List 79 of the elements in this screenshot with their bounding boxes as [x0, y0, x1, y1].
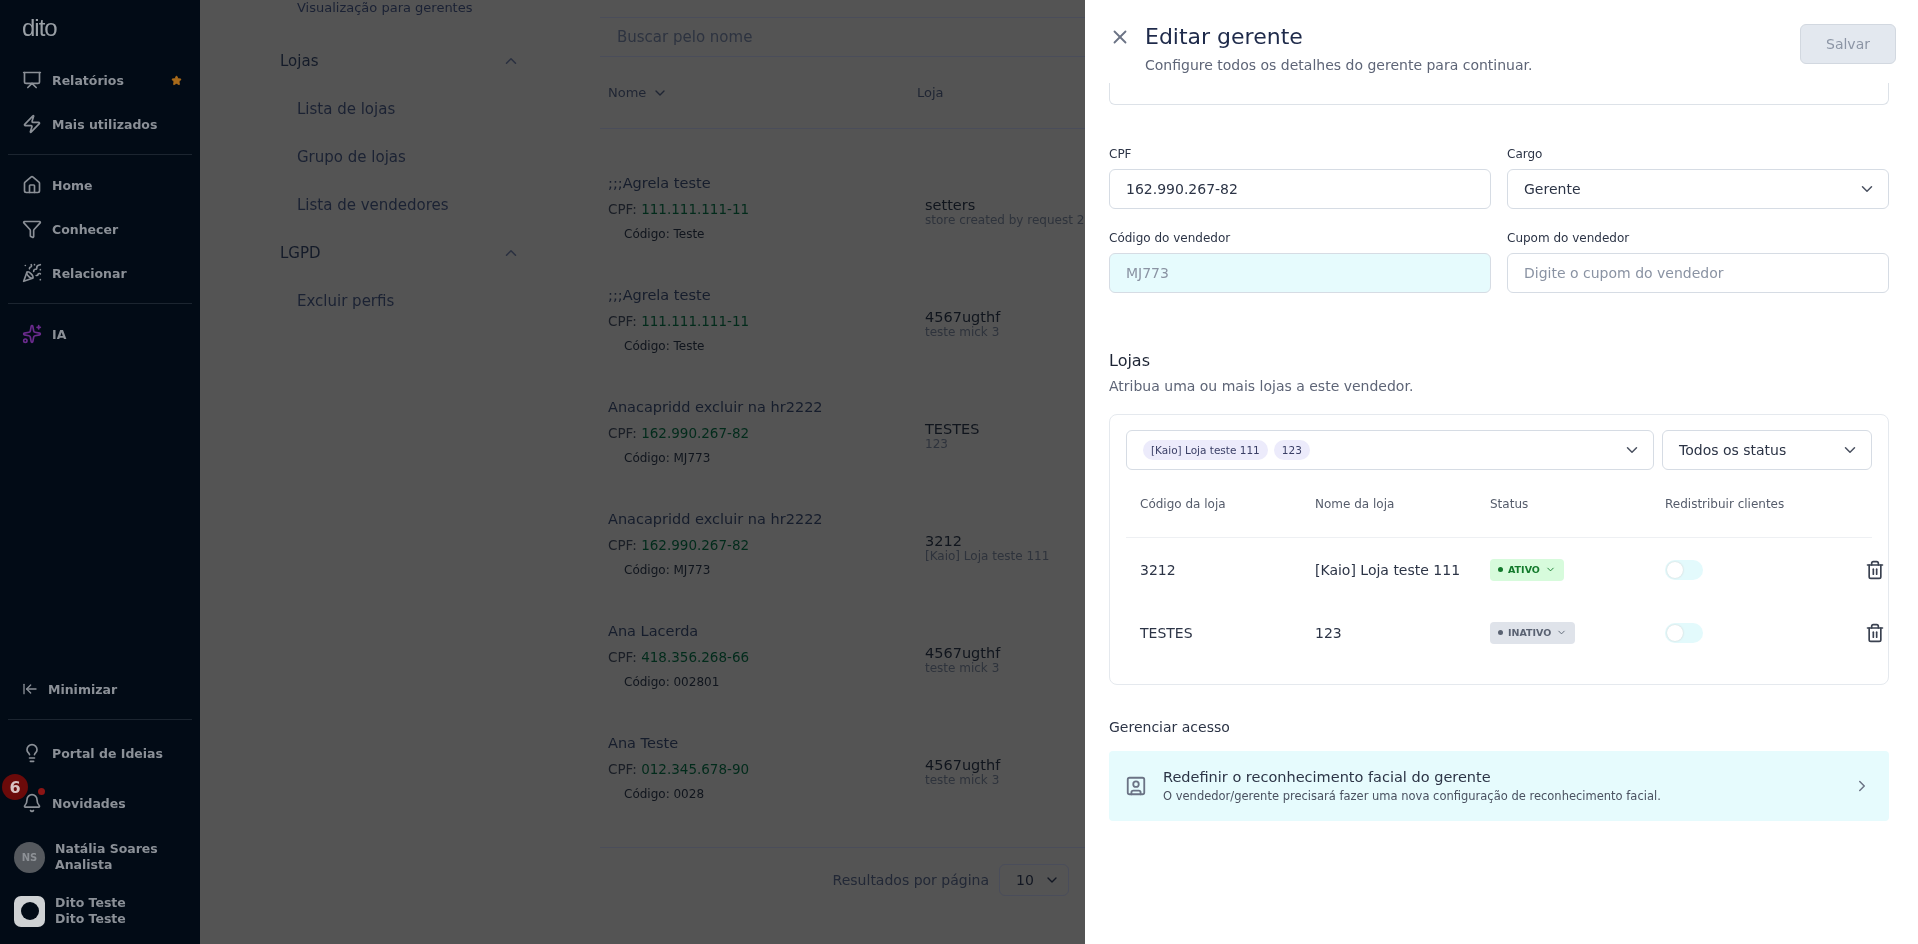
- field-label: Cargo: [1507, 147, 1544, 161]
- manager-name: Ana Teste: [608, 735, 680, 751]
- code-text: Código: MJ773: [623, 451, 712, 465]
- store-code: TESTES: [925, 421, 980, 437]
- cpf-text: CPF: 111.111.111-11: [608, 313, 751, 329]
- manager-name: Anacapridd excluir na hr2222: [608, 511, 824, 527]
- avatar: NS: [14, 841, 45, 873]
- table-cell-text: TESTES: [1140, 624, 1194, 641]
- select-field[interactable]: Gerente: [1507, 169, 1889, 209]
- sidebar-item[interactable]: Conhecer: [0, 207, 200, 251]
- input-field[interactable]: 162.990.267-82: [1109, 169, 1491, 209]
- bell-icon: [22, 793, 42, 813]
- item-description: O vendedor/gerente precisará fazer uma nova configuração de reconhecimento facial.: [1163, 789, 1662, 803]
- sidebar-item[interactable]: Mais utilizados: [0, 102, 200, 146]
- delete-icon[interactable]: [1865, 622, 1885, 643]
- field-label: Código do vendedor: [1109, 231, 1232, 245]
- star-icon: [171, 74, 182, 86]
- workspace-switcher[interactable]: Dito Teste Dito Teste: [0, 886, 200, 936]
- workspace-name: Dito Teste: [55, 895, 126, 911]
- store-select[interactable]: [Kaio] Loja teste 111 123: [1126, 430, 1654, 470]
- notification-badge: 6: [2, 774, 28, 800]
- sidebar-item[interactable]: Relacionar: [0, 251, 200, 295]
- store-code: setters: [925, 197, 977, 213]
- table-cell-text: 123: [1315, 624, 1343, 641]
- status-dropdown[interactable]: INATIVO: [1490, 621, 1576, 644]
- column-header: Código da loja: [1140, 496, 1227, 511]
- minimize-button[interactable]: Minimizar: [0, 667, 200, 711]
- field-label: Cupom do vendedor: [1507, 231, 1631, 245]
- store-code: 4567ugthf: [925, 645, 1001, 661]
- cpf-text: CPF: 162.990.267-82: [608, 537, 751, 553]
- status-select[interactable]: Todos os status: [1662, 430, 1872, 470]
- code-text: Código: 0028: [623, 787, 706, 801]
- cpf-text: CPF: 012.345.678-90: [608, 761, 751, 777]
- section-title: Gerenciar acesso: [1109, 719, 1231, 735]
- code-text: Código: MJ773: [623, 563, 712, 577]
- cpf-text: CPF: 162.990.267-82: [608, 425, 751, 441]
- column-header: Status: [1490, 496, 1530, 511]
- store-tag: 123: [1273, 440, 1310, 460]
- collapse-icon: [22, 681, 38, 697]
- store-code: 4567ugthf: [925, 309, 1001, 325]
- workspace-icon: [14, 895, 45, 927]
- delete-icon[interactable]: [1865, 559, 1885, 580]
- code-text: Código: 002801: [623, 675, 721, 689]
- sidebar-item[interactable]: Relatórios: [0, 58, 200, 102]
- user-profile[interactable]: NS Natália Soares Analista: [0, 828, 200, 886]
- logo: dito: [21, 14, 58, 43]
- workspace-subtitle: Dito Teste: [55, 911, 126, 927]
- cpf-text: CPF: 111.111.111-11: [608, 201, 751, 217]
- code-text: Código: Teste: [623, 339, 706, 353]
- sidebar-item[interactable]: IA: [0, 312, 200, 356]
- field-label: CPF: [1109, 147, 1133, 161]
- input-field[interactable]: Digite o cupom do vendedor: [1507, 253, 1889, 293]
- item-title: Redefinir o reconhecimento facial do gerente: [1163, 769, 1492, 785]
- manager-name: Ana Lacerda: [608, 623, 700, 639]
- manager-name: ;;;Agrela teste: [608, 287, 712, 303]
- cpf-text: CPF: 418.356.268-66: [608, 649, 751, 665]
- toggle-switch[interactable]: [1665, 622, 1703, 643]
- user-name: Natália Soares: [55, 841, 158, 857]
- user-icon: [1125, 775, 1147, 797]
- notification-dot: [38, 788, 45, 795]
- status-dropdown[interactable]: ATIVO: [1490, 558, 1564, 581]
- table-cell-text: [Kaio] Loja teste 111: [1315, 561, 1462, 578]
- store-tag: [Kaio] Loja teste 111: [1143, 440, 1268, 460]
- sidebar-item[interactable]: Home: [0, 163, 200, 207]
- column-header: Redistribuir clientes: [1665, 496, 1786, 511]
- column-header: Nome da loja: [1315, 496, 1396, 511]
- table-cell-text: 3212: [1140, 561, 1177, 578]
- section-description: Atribua uma ou mais lojas a este vendedor.: [1109, 378, 1415, 394]
- manager-name: Anacapridd excluir na hr2222: [608, 399, 824, 415]
- store-code: 3212: [925, 533, 963, 549]
- toggle-switch[interactable]: [1665, 559, 1703, 580]
- reset-face-recognition-item[interactable]: Redefinir o reconhecimento facial do gerente O vendedor/gerente precisará fazer uma nova configuração de reconhecimento facial.: [1109, 751, 1889, 821]
- drawer-subtitle: Configure todos os detalhes do gerente para continuar.: [1145, 57, 1534, 73]
- user-role: Analista: [55, 857, 114, 873]
- drawer-title: Editar gerente: [1145, 24, 1304, 49]
- manager-name: ;;;Agrela teste: [608, 175, 712, 191]
- store-code: 4567ugthf: [925, 757, 1001, 773]
- section-title: Lojas: [1109, 351, 1151, 370]
- code-text: Código: Teste: [623, 227, 706, 241]
